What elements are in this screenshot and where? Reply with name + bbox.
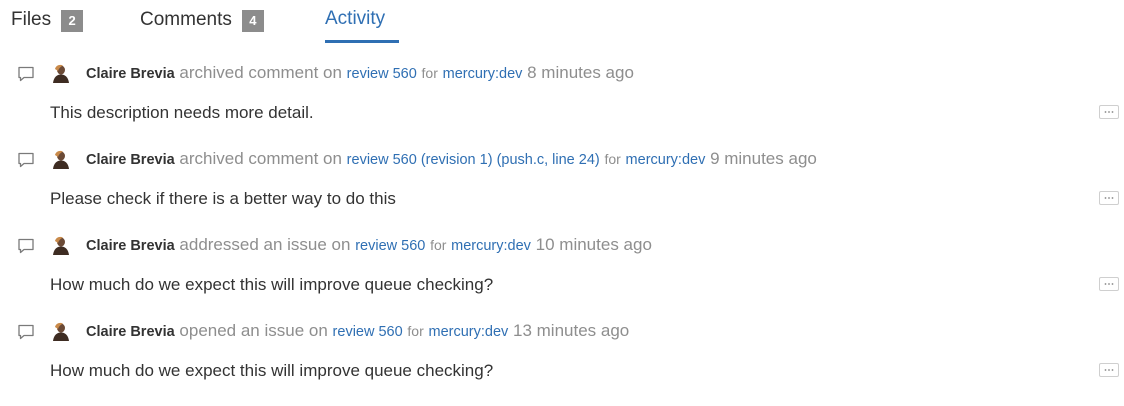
tab-comments[interactable]: Comments 4	[140, 8, 264, 32]
activity-header-text: Claire Brevia opened an issue on review …	[86, 321, 629, 341]
activity-time: 9 minutes ago	[710, 149, 817, 168]
activity-action: archived comment on	[179, 149, 342, 168]
for-label: for	[604, 151, 621, 167]
tab-comments-label: Comments	[140, 9, 232, 30]
more-options-button[interactable]	[1099, 277, 1119, 291]
review-link[interactable]: review 560 (revision 1) (push.c, line 24…	[347, 152, 600, 168]
project-link[interactable]: mercury:dev	[626, 152, 706, 168]
activity-entry-header: Claire Brevia archived comment on review…	[0, 146, 1124, 174]
activity-action: addressed an issue on	[179, 235, 351, 254]
activity-entry: Claire Brevia addressed an issue on revi…	[0, 232, 1124, 320]
activity-header-text: Claire Brevia archived comment on review…	[86, 149, 817, 169]
activity-time: 10 minutes ago	[535, 235, 652, 254]
ellipsis-icon	[1104, 283, 1114, 285]
for-label: for	[430, 237, 447, 253]
activity-entry-header: Claire Brevia archived comment on review…	[0, 60, 1124, 88]
tab-activity-label: Activity	[325, 8, 386, 29]
tab-files[interactable]: Files 2	[11, 8, 84, 32]
more-options-button[interactable]	[1099, 191, 1119, 205]
more-options-button[interactable]	[1099, 363, 1119, 377]
avatar[interactable]	[50, 63, 70, 83]
comments-count-badge: 4	[241, 10, 264, 32]
project-link[interactable]: mercury:dev	[428, 324, 508, 340]
activity-action: opened an issue on	[179, 321, 328, 340]
ellipsis-icon	[1104, 111, 1114, 113]
tab-activity[interactable]: Activity	[325, 8, 399, 43]
review-link[interactable]: review 560	[347, 66, 417, 82]
files-count-badge: 2	[61, 10, 84, 32]
comment-icon	[18, 152, 34, 168]
ellipsis-icon	[1104, 369, 1114, 371]
activity-entry-header: Claire Brevia opened an issue on review …	[0, 318, 1124, 346]
activity-entry-header: Claire Brevia addressed an issue on revi…	[0, 232, 1124, 260]
active-tab-indicator	[325, 40, 399, 43]
activity-time: 13 minutes ago	[513, 321, 630, 340]
project-link[interactable]: mercury:dev	[443, 66, 523, 82]
more-options-button[interactable]	[1099, 105, 1119, 119]
review-link[interactable]: review 560	[355, 238, 425, 254]
avatar[interactable]	[50, 149, 70, 169]
activity-action: archived comment on	[179, 63, 342, 82]
activity-entry: Claire Brevia opened an issue on review …	[0, 318, 1124, 406]
for-label: for	[421, 65, 438, 81]
activity-entry: Claire Brevia archived comment on review…	[0, 60, 1124, 148]
user-name[interactable]: Claire Brevia	[86, 152, 175, 168]
comment-icon	[18, 66, 34, 82]
tab-bar: Files 2 Comments 4 Activity	[0, 0, 1124, 44]
for-label: for	[407, 323, 424, 339]
activity-header-text: Claire Brevia archived comment on review…	[86, 63, 634, 83]
activity-time: 8 minutes ago	[527, 63, 634, 82]
avatar[interactable]	[50, 321, 70, 341]
activity-comment-text: Please check if there is a better way to…	[50, 189, 396, 208]
comment-icon	[18, 238, 34, 254]
activity-entry: Claire Brevia archived comment on review…	[0, 146, 1124, 234]
user-name[interactable]: Claire Brevia	[86, 238, 175, 254]
ellipsis-icon	[1104, 197, 1114, 199]
avatar[interactable]	[50, 235, 70, 255]
activity-comment-text: How much do we expect this will improve …	[50, 361, 494, 380]
user-name[interactable]: Claire Brevia	[86, 66, 175, 82]
user-name[interactable]: Claire Brevia	[86, 324, 175, 340]
activity-comment-text: This description needs more detail.	[50, 103, 314, 122]
activity-header-text: Claire Brevia addressed an issue on revi…	[86, 235, 652, 255]
review-link[interactable]: review 560	[333, 324, 403, 340]
comment-icon	[18, 324, 34, 340]
activity-comment-text: How much do we expect this will improve …	[50, 275, 494, 294]
project-link[interactable]: mercury:dev	[451, 238, 531, 254]
tab-files-label: Files	[11, 9, 52, 30]
